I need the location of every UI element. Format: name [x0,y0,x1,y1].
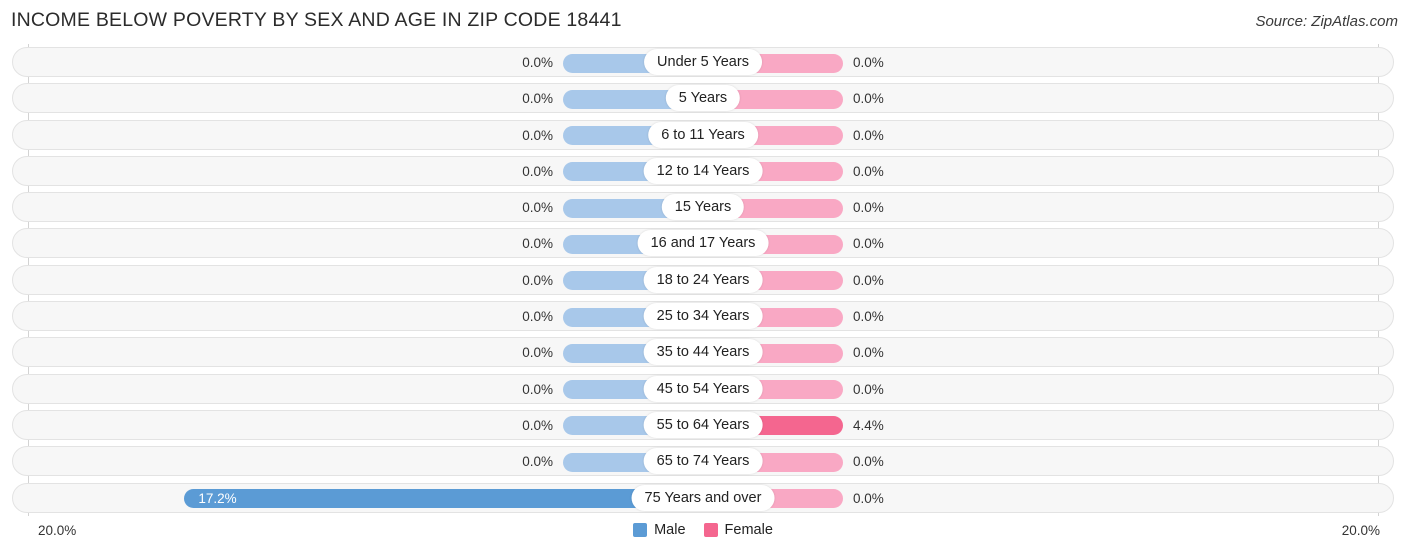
chart-row: 17.2% 0.0% 75 Years and over [0,480,1406,516]
bar-value-male: 0.0% [522,163,553,179]
chart-row: 0.0% 0.0% 65 to 74 Years [0,443,1406,479]
chart-plot-area: 0.0% 0.0% Under 5 Years 0.0% 0.0% 5 Years 0.0%… [0,44,1406,517]
bar-value-female: 0.0% [853,200,884,216]
bar-value-male: 0.0% [522,417,553,433]
category-label: 18 to 24 Years [643,266,763,293]
bar-value-female: 0.0% [853,381,884,397]
category-label: 65 to 74 Years [643,448,763,475]
bar-value-male: 0.0% [522,91,553,107]
legend-label-male: Male [654,522,686,538]
legend-item-male[interactable]: Male [633,522,686,538]
chart-row: 0.0% 4.4% 55 to 64 Years [0,407,1406,443]
category-label: 25 to 34 Years [643,303,763,330]
bar-value-female: 0.0% [853,91,884,107]
bar-value-male: 0.0% [522,236,553,252]
bar-value-female: 0.0% [853,490,884,506]
bar-value-female: 4.4% [853,417,884,433]
chart-footer: 20.0% 20.0% Male Female [0,517,1406,559]
bar-value-female: 0.0% [853,127,884,143]
bar-value-male: 0.0% [522,55,553,70]
bar-value-male: 0.0% [522,309,553,325]
legend-label-female: Female [724,522,773,538]
bar-value-female: 0.0% [853,236,884,252]
category-label: Under 5 Years [644,49,762,75]
bar-value-female: 0.0% [853,163,884,179]
legend-item-female[interactable]: Female [703,522,773,538]
bar-value-female: 0.0% [853,272,884,288]
chart-row: 0.0% 0.0% 15 Years [0,189,1406,225]
page-title: INCOME BELOW POVERTY BY SEX AND AGE IN Z… [11,9,622,31]
bar-value-male: 0.0% [522,345,553,361]
chart-row: 0.0% 0.0% 16 and 17 Years [0,225,1406,261]
category-label: 6 to 11 Years [648,121,758,148]
chart-legend: Male Female [0,522,1406,538]
legend-swatch-female-icon [703,523,718,537]
bar-value-female: 0.0% [853,345,884,361]
bar-value-male: 0.0% [522,454,553,470]
chart-row: 0.0% 0.0% 18 to 24 Years [0,262,1406,298]
bar-value-male: 17.2% [198,490,237,506]
bar-value-female: 0.0% [853,55,884,70]
chart-row: 0.0% 0.0% 35 to 44 Years [0,334,1406,370]
bar-value-male: 0.0% [522,272,553,288]
category-label: 5 Years [665,85,741,112]
bar-male [184,489,703,509]
legend-swatch-male-icon [633,523,648,537]
chart-row: 0.0% 0.0% Under 5 Years [0,44,1406,80]
category-label: 16 and 17 Years [637,230,769,257]
category-label: 55 to 64 Years [643,411,763,438]
bar-value-male: 0.0% [522,381,553,397]
source-attribution: Source: ZipAtlas.com [1255,13,1398,30]
chart-header: INCOME BELOW POVERTY BY SEX AND AGE IN Z… [0,0,1406,44]
chart-row: 0.0% 0.0% 45 to 54 Years [0,371,1406,407]
category-label: 12 to 14 Years [643,157,763,184]
category-label: 75 Years and over [631,484,775,511]
category-label: 35 to 44 Years [643,339,763,366]
chart-row: 0.0% 0.0% 5 Years [0,80,1406,116]
bar-value-female: 0.0% [853,454,884,470]
bar-value-female: 0.0% [853,309,884,325]
chart-row: 0.0% 0.0% 25 to 34 Years [0,298,1406,334]
category-label: 15 Years [661,194,745,221]
chart-row: 0.0% 0.0% 6 to 11 Years [0,117,1406,153]
chart-rows: 0.0% 0.0% Under 5 Years 0.0% 0.0% 5 Years 0.0%… [0,44,1406,516]
bar-value-male: 0.0% [522,127,553,143]
chart-row: 0.0% 0.0% 12 to 14 Years [0,153,1406,189]
bar-value-male: 0.0% [522,200,553,216]
category-label: 45 to 54 Years [643,375,763,402]
